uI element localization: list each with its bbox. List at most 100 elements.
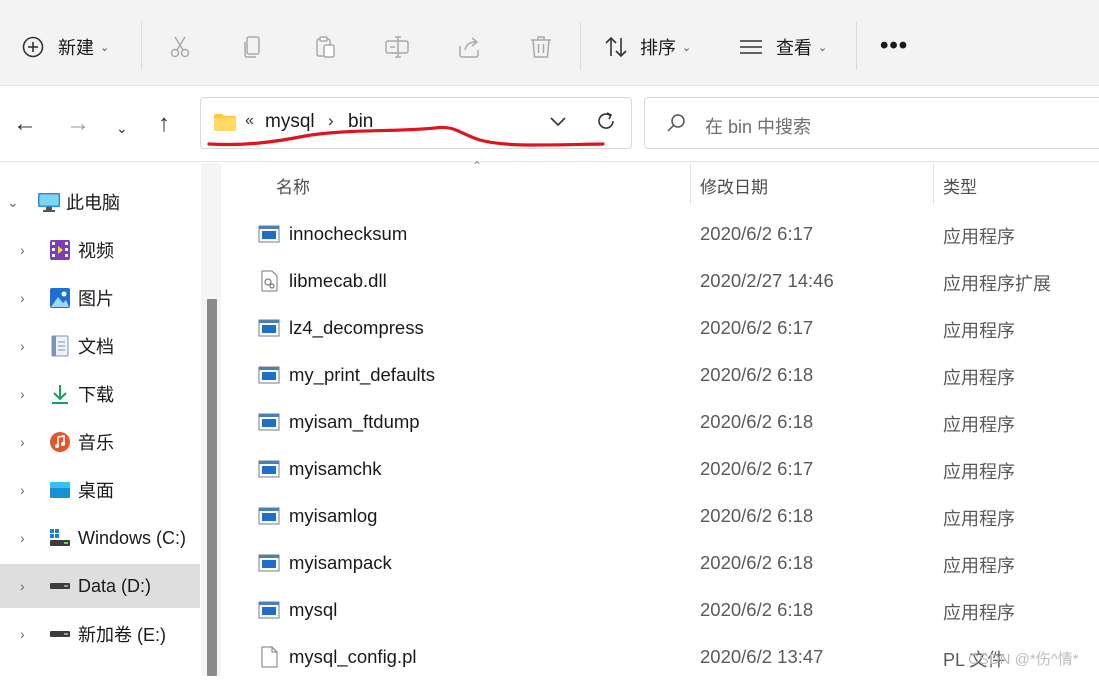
chevron-down-icon: ⌄	[818, 41, 828, 54]
computer-icon	[38, 193, 60, 212]
sort-button[interactable]: 排序 ⌄	[604, 32, 691, 62]
file-row[interactable]: lz4_decompress 2020/6/2 6:17 应用程序	[228, 304, 1099, 351]
collapsed-chevron-icon[interactable]: ›	[20, 242, 25, 258]
file-row[interactable]: innochecksum 2020/6/2 6:17 应用程序	[228, 210, 1099, 257]
column-header-type[interactable]: 类型	[943, 173, 977, 198]
collapsed-chevron-icon[interactable]: ›	[20, 530, 25, 546]
sort-arrows-icon	[605, 36, 627, 58]
address-bar[interactable]: « mysql › bin	[200, 97, 632, 149]
file-type: 应用程序	[943, 321, 1015, 341]
file-modified-date: 2020/6/2 6:18	[700, 411, 814, 432]
sidebar-item-videos[interactable]: › 视频	[0, 228, 200, 272]
file-row[interactable]: my_print_defaults 2020/6/2 6:18 应用程序	[228, 351, 1099, 398]
toolbar-divider	[141, 22, 142, 70]
forward-arrow-icon[interactable]: →	[66, 110, 90, 138]
column-divider[interactable]	[933, 163, 934, 205]
file-type: 应用程序	[943, 415, 1015, 435]
search-box[interactable]: 在 bin 中搜索	[644, 97, 1099, 149]
application-icon	[258, 413, 280, 431]
file-row[interactable]: myisampack 2020/6/2 6:18 应用程序	[228, 539, 1099, 586]
collapsed-chevron-icon[interactable]: ›	[20, 338, 25, 354]
expanded-chevron-icon[interactable]: ⌄	[7, 194, 19, 211]
sidebar-item-desktop[interactable]: › 桌面	[0, 468, 200, 512]
column-header-name[interactable]: 名称	[276, 173, 310, 198]
command-bar: 新建 ⌄ 排序 ⌄ 查看 ⌄ •••	[0, 0, 1099, 86]
breadcrumb-separator-icon[interactable]: ›	[328, 111, 334, 131]
sidebar-item-label: Data (D:)	[78, 575, 152, 596]
search-placeholder: 在 bin 中搜索	[705, 117, 812, 137]
hidden-path-overflow-icon[interactable]: «	[245, 112, 254, 130]
file-type: 应用程序	[943, 368, 1015, 388]
share-icon	[459, 37, 479, 58]
sidebar-item-label: 此电脑	[66, 193, 120, 213]
sidebar-item-label: 音乐	[78, 433, 114, 453]
file-name: mysql	[289, 599, 338, 620]
breadcrumb-mysql[interactable]: mysql	[265, 111, 315, 133]
navigation-pane: ⌄ 此电脑 › 视频 › 图片 › 文档 › 下载 › 音乐 › 桌面 › Wi…	[0, 163, 228, 676]
file-modified-date: 2020/2/27 14:46	[700, 270, 834, 291]
search-icon	[667, 114, 685, 132]
paste-button[interactable]	[312, 34, 338, 60]
file-modified-date: 2020/6/2 6:17	[700, 223, 814, 244]
file-row[interactable]: libmecab.dll 2020/2/27 14:46 应用程序扩展	[228, 257, 1099, 304]
sidebar-item-label: 桌面	[78, 481, 114, 501]
file-list: ⌃ 名称 修改日期 类型 innochecksum 2020/6/2 6:17 应用…	[228, 159, 1099, 676]
cut-button[interactable]	[167, 34, 193, 60]
file-name: my_print_defaults	[289, 364, 436, 385]
drive-icon	[50, 583, 70, 589]
copy-button[interactable]	[240, 34, 266, 60]
sidebar-scrollbar-thumb[interactable]	[207, 299, 217, 676]
up-arrow-icon[interactable]: ↑	[158, 110, 170, 138]
sidebar-item-drive-e[interactable]: › 新加卷 (E:)	[0, 612, 200, 656]
toolbar-divider	[580, 22, 581, 70]
watermark: CSDN @*伤^情*	[968, 651, 1079, 668]
column-header-row: ⌃ 名称 修改日期 类型	[228, 159, 1099, 205]
breadcrumb-bin[interactable]: bin	[348, 111, 373, 133]
address-history-chevron-icon[interactable]	[547, 110, 569, 132]
plus-circle-icon	[22, 36, 44, 58]
share-button[interactable]	[456, 34, 482, 60]
windows-drive-icon	[50, 529, 70, 546]
file-row[interactable]: myisamlog 2020/6/2 6:18 应用程序	[228, 492, 1099, 539]
view-button[interactable]: 查看 ⌄	[738, 32, 827, 62]
sidebar-item-downloads[interactable]: › 下载	[0, 372, 200, 416]
file-modified-date: 2020/6/2 6:18	[700, 505, 814, 526]
back-arrow-icon[interactable]: ←	[13, 110, 37, 138]
sidebar-item-this-pc[interactable]: ⌄ 此电脑	[0, 180, 200, 224]
file-row[interactable]: mysql 2020/6/2 6:18 应用程序	[228, 586, 1099, 633]
more-options-button[interactable]: •••	[880, 32, 908, 60]
file-row[interactable]: myisam_ftdump 2020/6/2 6:18 应用程序	[228, 398, 1099, 445]
sidebar-item-drive-d[interactable]: › Data (D:)	[0, 564, 200, 608]
collapsed-chevron-icon[interactable]: ›	[20, 578, 25, 594]
collapsed-chevron-icon[interactable]: ›	[20, 626, 25, 642]
collapsed-chevron-icon[interactable]: ›	[20, 482, 25, 498]
column-divider[interactable]	[690, 163, 691, 205]
sidebar-item-documents[interactable]: › 文档	[0, 324, 200, 368]
sidebar-item-label: 下载	[78, 385, 114, 405]
file-type: 应用程序	[943, 462, 1015, 482]
delete-button[interactable]	[528, 34, 554, 60]
file-type: 应用程序	[943, 227, 1015, 247]
text-file-icon	[261, 646, 278, 668]
collapsed-chevron-icon[interactable]: ›	[20, 290, 25, 306]
refresh-icon[interactable]	[595, 110, 617, 132]
recent-locations-chevron-icon[interactable]: ⌄	[116, 114, 128, 142]
collapsed-chevron-icon[interactable]: ›	[20, 434, 25, 450]
sidebar-item-label: 文档	[78, 337, 114, 357]
file-row[interactable]: myisamchk 2020/6/2 6:17 应用程序	[228, 445, 1099, 492]
sidebar-item-pictures[interactable]: › 图片	[0, 276, 200, 320]
sidebar-item-drive-c[interactable]: › Windows (C:)	[0, 516, 200, 560]
view-button-label: 查看	[776, 38, 812, 58]
file-modified-date: 2020/6/2 6:17	[700, 317, 814, 338]
file-modified-date: 2020/6/2 6:18	[700, 364, 814, 385]
folder-icon	[214, 114, 236, 131]
column-header-modified[interactable]: 修改日期	[700, 173, 768, 198]
collapsed-chevron-icon[interactable]: ›	[20, 386, 25, 402]
sidebar-item-music[interactable]: › 音乐	[0, 420, 200, 464]
music-folder-icon	[50, 432, 70, 452]
chevron-down-icon: ⌄	[682, 41, 692, 54]
new-button[interactable]: 新建 ⌄	[22, 32, 109, 62]
list-view-icon	[740, 40, 762, 54]
rename-button[interactable]	[384, 34, 410, 60]
file-name: innochecksum	[289, 223, 408, 244]
